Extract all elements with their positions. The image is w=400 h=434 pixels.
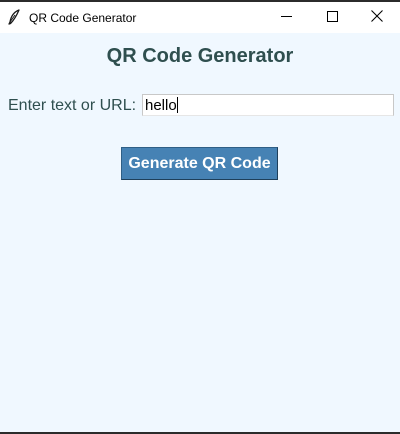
maximize-button[interactable] — [309, 2, 355, 33]
feather-icon — [7, 9, 21, 25]
minimize-button[interactable] — [263, 2, 309, 33]
maximize-icon — [326, 9, 338, 27]
minimize-icon — [280, 9, 292, 27]
generate-qr-button[interactable]: Generate QR Code — [121, 147, 278, 180]
text-url-input[interactable]: hello — [142, 94, 394, 116]
app-window: QR Code Generator QR Code Generator Ente… — [0, 0, 400, 434]
input-value: hello — [145, 97, 177, 114]
window-title: QR Code Generator — [29, 11, 137, 25]
close-button[interactable] — [354, 2, 400, 33]
page-title: QR Code Generator — [106, 45, 294, 67]
input-label: Enter text or URL: — [8, 97, 137, 114]
text-cursor — [176, 97, 178, 113]
close-icon — [371, 9, 383, 27]
title-bar[interactable]: QR Code Generator — [0, 2, 400, 33]
